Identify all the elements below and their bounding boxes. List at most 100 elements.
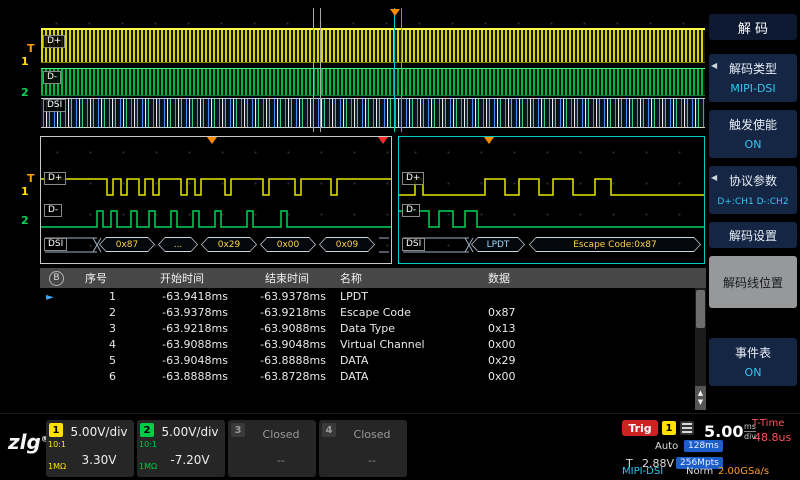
ch1-probe: 10:1 <box>48 440 66 449</box>
cell-start: -63.8888ms <box>162 369 228 383</box>
ch1-position-marker-zoom[interactable]: 1 <box>21 185 29 198</box>
brand-logo: zlg® <box>8 430 49 454</box>
table-row[interactable]: 4 -63.9088ms -63.9048ms Virtual Channel … <box>40 336 706 352</box>
cell-name: DATA <box>340 369 369 383</box>
cell-start: -63.9418ms <box>162 289 228 303</box>
menu-item-label: 触发使能 <box>728 118 777 132</box>
ch1-position-marker[interactable]: 1 <box>21 55 29 68</box>
ch4-panel[interactable]: 4 Closed -- <box>319 420 407 477</box>
ch2-label: D- <box>44 204 63 217</box>
ch3-panel[interactable]: 3 Closed -- <box>228 420 316 477</box>
bus-badge-cell: B <box>40 270 66 286</box>
cell-data: 0x00 <box>488 337 516 351</box>
zoom-right-trigger-marker-icon[interactable] <box>484 137 494 144</box>
selected-row-arrow-icon: ► <box>46 291 54 303</box>
scroll-down-icon[interactable]: ▼ <box>698 398 703 407</box>
trigger-level-marker-zoom[interactable]: T <box>27 172 35 185</box>
table-row[interactable]: ► 1 -63.9418ms -63.9378ms LPDT <box>40 288 706 304</box>
zoom2-region-line-left[interactable] <box>394 8 395 132</box>
cell-start: -63.9048ms <box>162 353 228 367</box>
trigger-level-marker[interactable]: T <box>27 42 35 55</box>
menu-item-value: MIPI-DSI <box>730 82 776 95</box>
menu-item-value: ON <box>744 138 762 151</box>
ch2-waveform <box>41 210 391 228</box>
menu-item-trigger-enable[interactable]: 触发使能 ON <box>709 110 797 158</box>
table-scrollbar[interactable]: ▲ ▼ <box>695 288 706 410</box>
zoom1-region-line-left[interactable] <box>313 8 314 132</box>
trigger-menu-icon[interactable] <box>680 421 694 435</box>
ch1-waveform <box>399 178 704 196</box>
ch2-label: D- <box>43 71 62 84</box>
ch2-panel[interactable]: 2 10:1 1MΩ 5.00V/div -7.20V <box>137 420 225 477</box>
menu-item-protocol-params[interactable]: ◀ 协议参数 D+:CH1 D-:CH2 <box>709 166 797 214</box>
cell-data: 0x00 <box>488 369 516 383</box>
ch2-label: D- <box>402 204 421 217</box>
zoom2-region-line-right[interactable] <box>401 8 402 132</box>
cell-name: Data Type <box>340 321 396 335</box>
table-row[interactable]: 2 -63.9378ms -63.9218ms Escape Code 0x87 <box>40 304 706 320</box>
cell-index: 2 <box>109 305 116 319</box>
ch2-offset: -7.20V <box>170 453 210 467</box>
ch3-state: Closed <box>262 428 300 441</box>
cell-index: 1 <box>109 289 116 303</box>
trigger-status-badge[interactable]: Trig <box>622 420 658 436</box>
ch4-offset: -- <box>368 454 376 467</box>
event-table-header: B 序号 开始时间 结束时间 名称 数据 <box>40 268 706 288</box>
decode-bubble: 0x09 <box>319 237 375 252</box>
col-end-time: 结束时间 <box>265 272 309 285</box>
cell-start: -63.9378ms <box>162 305 228 319</box>
ch1-waveform <box>41 178 391 196</box>
cell-index: 6 <box>109 369 116 383</box>
decode-bubble: LPDT <box>471 237 525 252</box>
ch1-panel[interactable]: 1 10:1 1MΩ 5.00V/div 3.30V <box>46 420 134 477</box>
decode-bubble: 0x87 <box>99 237 155 252</box>
event-table: B 序号 开始时间 结束时间 名称 数据 ► 1 -63.9418ms -63.… <box>40 268 706 410</box>
zoom1-region-line-right[interactable] <box>320 8 321 132</box>
table-row[interactable]: 3 -63.9218ms -63.9088ms Data Type 0x13 <box>40 320 706 336</box>
ch3-offset: -- <box>277 454 285 467</box>
menu-item-decode-line-position[interactable]: 解码线位置 <box>709 256 797 308</box>
table-row[interactable]: 6 -63.8888ms -63.8728ms DATA 0x00 <box>40 368 706 384</box>
ch2-position-marker-zoom[interactable]: 2 <box>21 214 29 227</box>
menu-item-event-table[interactable]: 事件表 ON <box>709 338 797 386</box>
menu-lines-icon <box>682 423 692 433</box>
scrollbar-thumb[interactable] <box>696 290 705 328</box>
scrollbar-buttons[interactable]: ▲ ▼ <box>695 386 706 410</box>
bus-label: DSI <box>43 99 67 112</box>
trigger-position-marker-icon[interactable] <box>390 9 400 16</box>
menu-item-decode-type[interactable]: ◀ 解码类型 MIPI-DSI <box>709 54 797 102</box>
decode-bubble: ... <box>158 237 198 252</box>
ch1-offset: 3.30V <box>81 453 117 467</box>
ch2-position-marker[interactable]: 2 <box>21 86 29 99</box>
scroll-up-icon[interactable]: ▲ <box>698 389 703 398</box>
cell-start: -63.9088ms <box>162 337 228 351</box>
zoom-window-left: D+ D- DSI 0x87 ... 0x29 0x00 0x09 <box>40 136 392 264</box>
cell-end: -63.9378ms <box>260 289 326 303</box>
ch2-waveform <box>399 210 704 228</box>
zoom-left-trigger-marker-icon[interactable] <box>207 137 217 144</box>
ch1-label: D+ <box>402 172 425 185</box>
trigger-source-badge[interactable]: 1 <box>662 421 676 435</box>
cell-end: -63.8728ms <box>260 369 326 383</box>
table-row[interactable]: 5 -63.9048ms -63.8888ms DATA 0x29 <box>40 352 706 368</box>
decode-bubble: Escape Code:0x87 <box>529 237 701 252</box>
ch2-impedance: 1MΩ <box>139 462 158 471</box>
menu-item-value: ON <box>744 366 762 379</box>
menu-item-value: D+:CH1 D-:CH2 <box>717 197 789 207</box>
sample-rate: 2.00GSa/s <box>718 466 770 477</box>
timebase-value[interactable]: 5.00 <box>704 422 743 441</box>
zoom-window-right: D+ D- DSI LPDT Escape Code:0x87 <box>398 136 705 264</box>
cell-index: 5 <box>109 353 116 367</box>
menu-item-label: 解码类型 <box>728 62 777 76</box>
submenu-arrow-icon: ◀ <box>711 173 718 182</box>
ttime-value: 48.8us <box>754 431 792 444</box>
decode-menu: 解 码 ◀ 解码类型 MIPI-DSI 触发使能 ON ◀ 协议参数 D+:CH… <box>706 0 800 413</box>
menu-item-label: 协议参数 <box>728 174 777 188</box>
cell-data: 0x13 <box>488 321 516 335</box>
bus-label: DSI <box>402 238 426 251</box>
ch2-probe: 10:1 <box>139 440 157 449</box>
trigger-mode[interactable]: Auto <box>655 441 678 452</box>
bus-b-icon[interactable]: B <box>49 271 64 286</box>
ch1-vdiv: 5.00V/div <box>70 425 128 439</box>
menu-item-decode-settings[interactable]: 解码设置 <box>709 222 797 248</box>
